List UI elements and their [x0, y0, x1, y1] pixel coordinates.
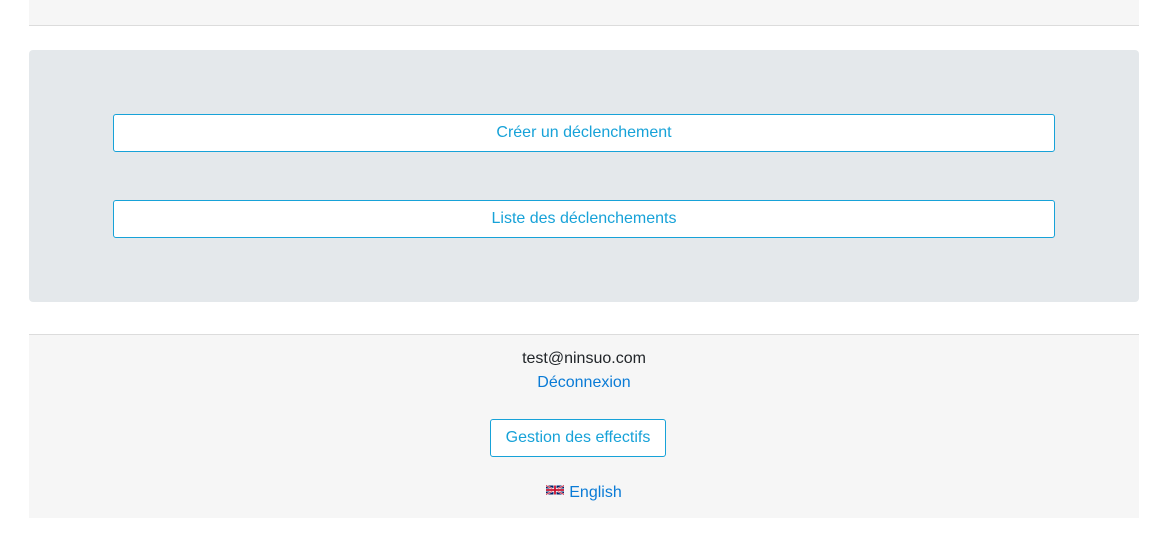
user-email: test@ninsuo.com: [522, 350, 646, 367]
footer: test@ninsuo.com Déconnexion Gestion des …: [29, 334, 1139, 518]
trigger-list-button[interactable]: Liste des déclenchements: [113, 200, 1055, 238]
logout-link[interactable]: Déconnexion: [537, 374, 630, 391]
uk-flag-icon: [546, 484, 565, 496]
language-switcher: English: [29, 484, 1139, 502]
header-strip: [29, 0, 1139, 26]
language-link[interactable]: English: [546, 484, 622, 501]
language-label: English: [569, 484, 622, 501]
staff-management-button[interactable]: Gestion des effectifs: [490, 419, 666, 457]
create-trigger-button[interactable]: Créer un déclenchement: [113, 114, 1055, 152]
actions-panel: Créer un déclenchement Liste des déclenc…: [29, 50, 1139, 302]
logout-row: Déconnexion: [29, 374, 1139, 392]
